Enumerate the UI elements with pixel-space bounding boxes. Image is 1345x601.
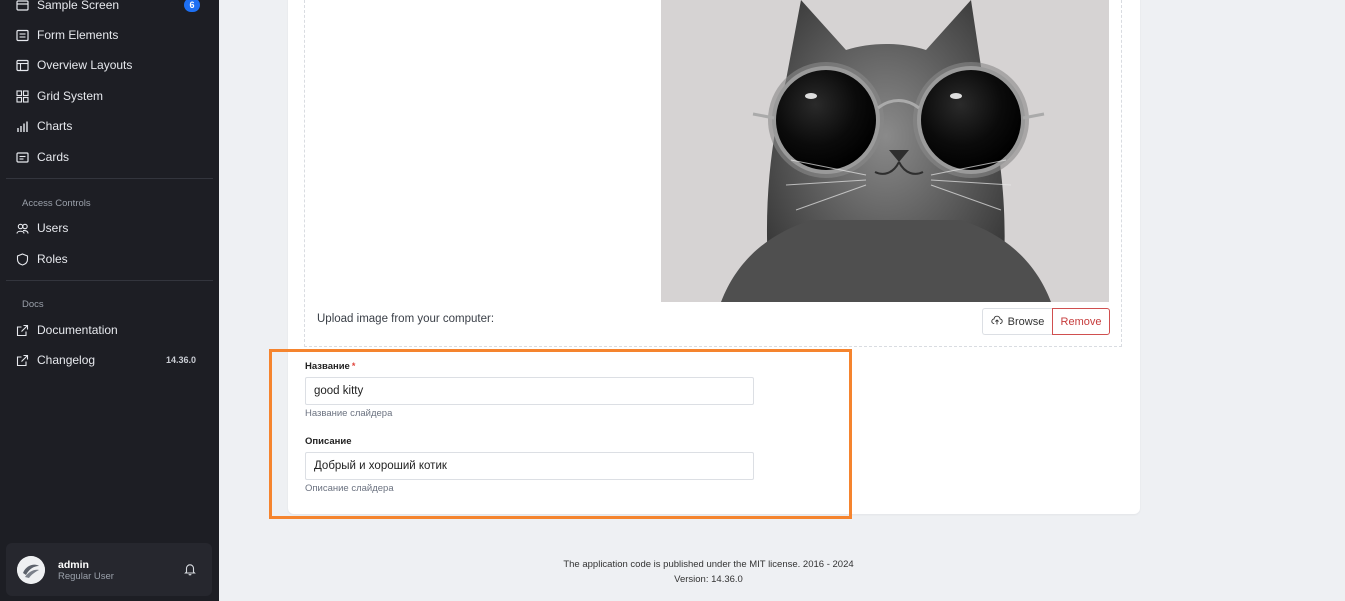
- sidebar-item-changelog[interactable]: Changelog: [16, 349, 95, 371]
- count-badge: 6: [184, 0, 200, 12]
- browse-button[interactable]: Browse: [982, 308, 1052, 335]
- section-label-docs: Docs: [22, 299, 44, 310]
- remove-button[interactable]: Remove: [1052, 308, 1110, 335]
- sidebar-item-label: Cards: [37, 150, 70, 164]
- sidebar-item-label: Grid System: [37, 89, 104, 103]
- sidebar: Sample Screen 6 Form Elements Overview L…: [0, 0, 219, 601]
- sidebar-item-charts[interactable]: Charts: [16, 115, 72, 137]
- sidebar-item-cards[interactable]: Cards: [16, 146, 69, 168]
- footer-version: Version: 14.36.0: [674, 574, 743, 585]
- sidebar-item-label: Overview Layouts: [37, 58, 133, 72]
- sidebar-item-grid-system[interactable]: Grid System: [16, 85, 103, 107]
- layout-icon: [16, 59, 29, 72]
- sidebar-item-label: Documentation: [37, 323, 118, 337]
- sidebar-item-roles[interactable]: Roles: [16, 248, 68, 270]
- sidebar-divider: [6, 280, 213, 281]
- sidebar-item-label: Charts: [37, 119, 73, 133]
- users-icon: [16, 222, 29, 235]
- uploaded-image-preview: [661, 0, 1109, 302]
- sidebar-item-form-elements[interactable]: Form Elements: [16, 24, 118, 46]
- sidebar-item-label: Changelog: [37, 353, 96, 367]
- window-icon: [16, 0, 29, 12]
- list-icon: [16, 29, 29, 42]
- highlight-box: [269, 349, 852, 519]
- sidebar-item-overview-layouts[interactable]: Overview Layouts: [16, 54, 132, 76]
- sidebar-item-users[interactable]: Users: [16, 217, 68, 239]
- external-link-icon: [16, 324, 29, 337]
- shield-icon: [16, 252, 29, 266]
- sidebar-item-label: Roles: [37, 252, 68, 266]
- chart-icon: [16, 120, 29, 133]
- grid-icon: [16, 89, 29, 103]
- sidebar-item-label: Users: [37, 221, 69, 235]
- section-label-access: Access Controls: [22, 198, 91, 209]
- browse-label: Browse: [1007, 315, 1045, 328]
- cloud-upload-icon: [991, 314, 1008, 329]
- sidebar-item-label: Form Elements: [37, 28, 119, 42]
- upload-label: Upload image from your computer:: [317, 313, 495, 325]
- external-link-icon: [16, 354, 29, 367]
- sidebar-item-documentation[interactable]: Documentation: [16, 319, 118, 341]
- footer-license: The application code is published under …: [563, 559, 854, 570]
- sidebar-item-sample-screen[interactable]: Sample Screen: [16, 0, 119, 16]
- version-tag: 14.36.0: [166, 355, 197, 365]
- sidebar-item-label: Sample Screen: [37, 0, 120, 12]
- card-icon: [16, 151, 29, 164]
- sidebar-divider: [6, 178, 213, 179]
